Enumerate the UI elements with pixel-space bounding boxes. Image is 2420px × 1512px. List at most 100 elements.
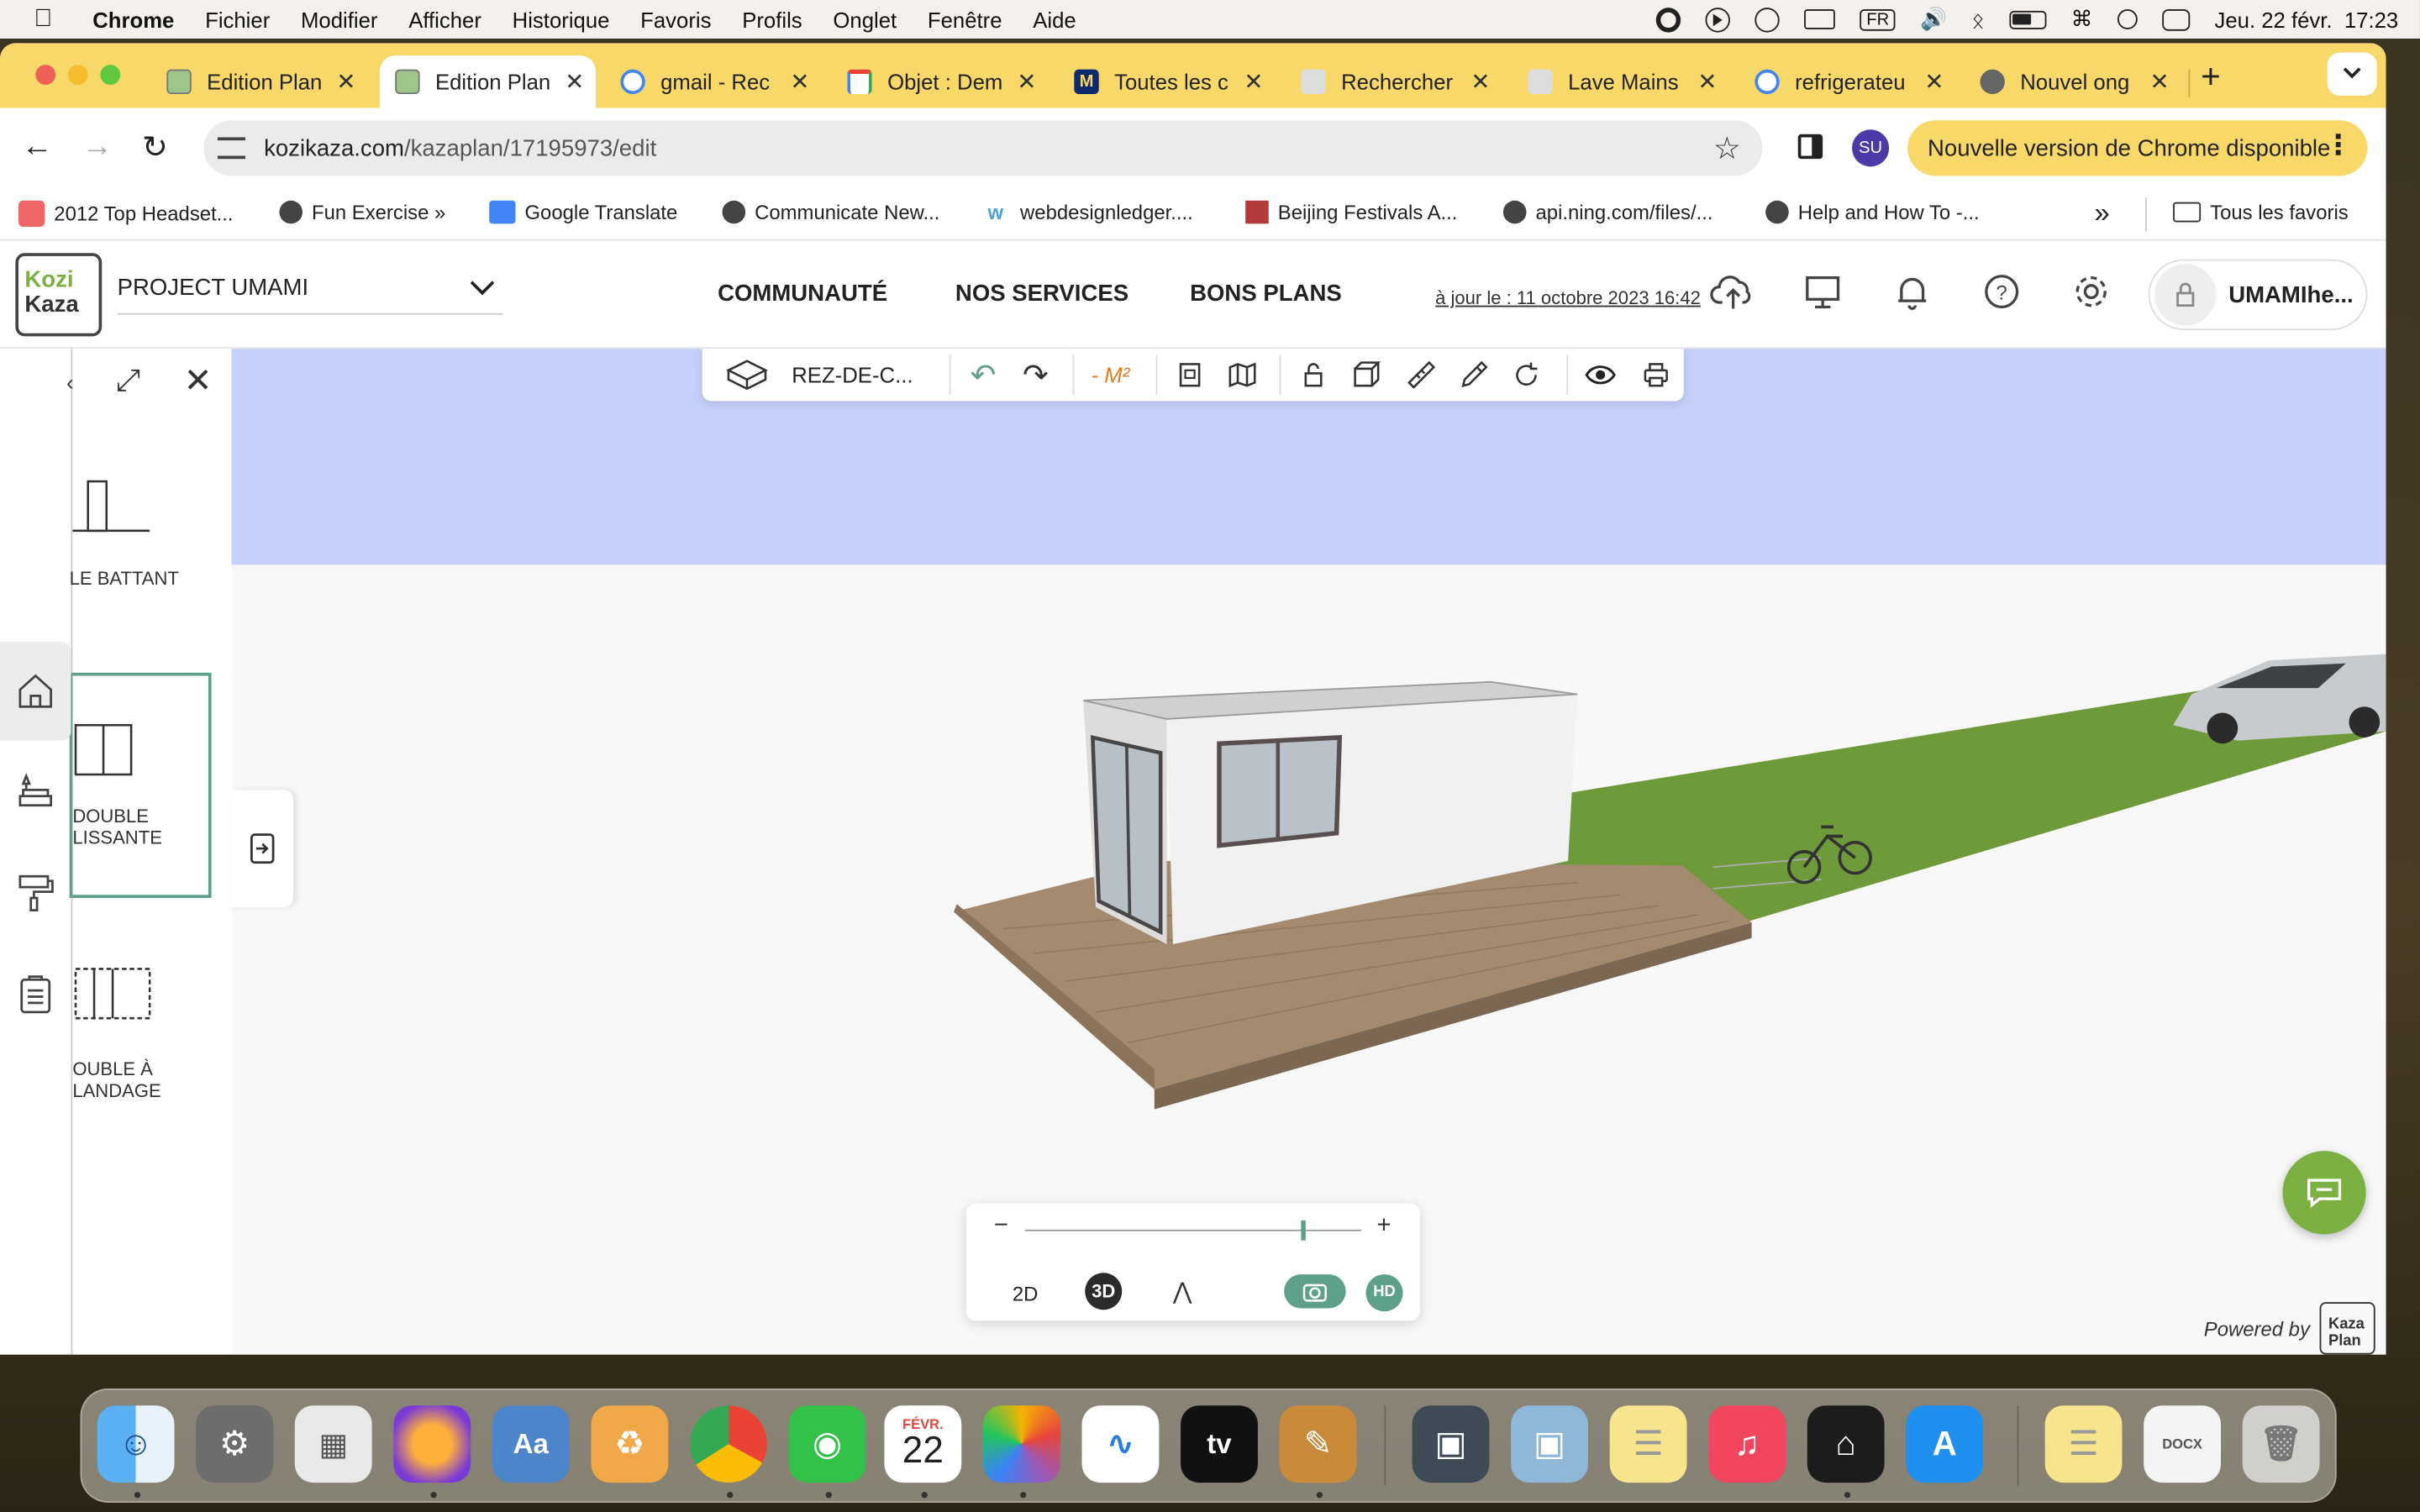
input-source-badge[interactable]: FR — [1860, 8, 1896, 30]
rail-decoration[interactable] — [0, 843, 71, 942]
3d-viewport[interactable]: ‹ ⤢ ✕ LE BATTANT DOUBLE LISSANTE OUBLE À… — [0, 349, 2386, 1355]
apple-menu-icon[interactable]:  — [34, 5, 65, 33]
tab-gmail-objet[interactable]: Objet : Dem ✕ — [847, 55, 1050, 108]
tab-edition-plan-active[interactable]: Edition Plan ✕ — [379, 55, 596, 108]
bookmark-item[interactable]: Help and How To -... — [1765, 200, 1980, 224]
last-saved-date[interactable]: à jour le : 11 octobre 2023 16:42 — [1435, 287, 1701, 309]
menu-app-name[interactable]: Chrome — [92, 7, 174, 31]
new-tab-button[interactable]: + — [2201, 57, 2221, 97]
tab-refrigerateur[interactable]: refrigerateu ✕ — [1754, 55, 1958, 108]
app-store-icon[interactable]: A — [1906, 1405, 1984, 1483]
address-bar[interactable]: kozikaza.com /kazaplan/17195973/edit ☆ — [203, 120, 1763, 176]
control-center-icon[interactable] — [2162, 8, 2191, 30]
powered-by-kazaplan[interactable]: Powered by Kaza Plan — [2204, 1302, 2375, 1355]
apple-tv-icon[interactable]: tv — [1181, 1405, 1258, 1483]
floor-selector[interactable]: REZ-DE-C... — [723, 354, 939, 395]
screenshot-camera-button[interactable] — [1284, 1274, 1346, 1309]
menu-modifier[interactable]: Modifier — [301, 7, 377, 31]
menubar-clock[interactable]: Jeu. 22 févr. 17:23 — [2214, 7, 2398, 31]
tab-lave-mains[interactable]: Lave Mains ✕ — [1528, 55, 1731, 108]
rail-construction[interactable] — [0, 642, 71, 741]
window-maximize-button[interactable] — [100, 65, 121, 86]
undo-icon[interactable]: ↶ — [965, 356, 1002, 393]
chrome-icon[interactable] — [690, 1405, 767, 1483]
side-panel-icon[interactable] — [1797, 134, 1823, 160]
spotlight-search-icon[interactable] — [2117, 9, 2138, 29]
tab-close-icon[interactable]: ✕ — [1244, 68, 1263, 96]
tab-close-icon[interactable]: ✕ — [1470, 68, 1490, 96]
screenshot-app-icon[interactable]: ▣ — [1412, 1405, 1490, 1483]
tab-close-icon[interactable]: ✕ — [1924, 68, 1944, 96]
zoom-in-button[interactable]: + — [1376, 1213, 1391, 1241]
nav-bons-plans[interactable]: BONS PLANS — [1190, 281, 1342, 307]
area-button[interactable]: - M² — [1092, 363, 1130, 387]
tab-close-icon[interactable]: ✕ — [565, 68, 584, 96]
docx-file-icon[interactable]: DOCX — [2144, 1405, 2222, 1483]
tab-toutes-les[interactable]: M Toutes les c ✕ — [1074, 55, 1277, 108]
stickies-icon[interactable]: ☰ — [1609, 1405, 1687, 1483]
wireframe-cube-icon[interactable] — [1347, 356, 1384, 393]
firefox-icon[interactable] — [393, 1405, 471, 1483]
launchpad-icon[interactable]: ▦ — [294, 1405, 372, 1483]
mode-2d-button[interactable]: 2D — [1013, 1282, 1039, 1305]
tab-close-icon[interactable]: ✕ — [1697, 68, 1717, 96]
tab-close-icon[interactable]: ✕ — [336, 68, 355, 96]
airport-utility-icon[interactable]: ⌂ — [1807, 1405, 1885, 1483]
tab-close-icon[interactable]: ✕ — [2150, 68, 2170, 96]
bell-icon[interactable] — [1889, 269, 1935, 315]
bookmark-item[interactable]: api.ning.com/files/... — [1502, 200, 1713, 224]
menu-historique[interactable]: Historique — [513, 7, 610, 31]
recycle-app-icon[interactable]: ♻ — [591, 1405, 669, 1483]
kebab-menu-icon[interactable]: ⋮ — [2324, 129, 2352, 162]
wifi-icon[interactable]: ⌘ — [2071, 6, 2093, 32]
volume-icon[interactable]: 🔊 — [1920, 6, 1947, 32]
chrome-update-button[interactable]: Nouvelle version de Chrome disponible ⋮ — [1907, 120, 2368, 176]
cloud-save-icon[interactable] — [1710, 269, 1756, 315]
freeform-icon[interactable]: ∿ — [1081, 1405, 1160, 1483]
catalog-item-double-galandage[interactable]: OUBLE À LANDAGE — [72, 966, 233, 1121]
tab-nouvel-onglet[interactable]: Nouvel ong ✕ — [1980, 55, 2183, 108]
tab-close-icon[interactable]: ✕ — [790, 68, 809, 96]
tab-gmail-search[interactable]: gmail - Rec ✕ — [620, 55, 823, 108]
expand-icon[interactable]: ⤢ — [116, 364, 140, 399]
bluetooth-icon[interactable]: ᛟ — [1971, 7, 1984, 31]
menu-favoris[interactable]: Favoris — [640, 7, 711, 31]
all-bookmarks-folder[interactable]: Tous les favoris — [2173, 201, 2349, 223]
back-arrow-icon[interactable]: ← — [22, 129, 53, 165]
ruler-icon[interactable] — [1403, 356, 1440, 393]
collapse-left-icon[interactable]: ‹ — [66, 370, 74, 395]
bookmark-item[interactable]: Fun Exercise » — [279, 200, 445, 224]
project-selector[interactable]: PROJECT UMAMI — [117, 270, 503, 315]
tab-edition-plan-1[interactable]: Edition Plan ✕ — [166, 55, 370, 108]
tab-search-button[interactable] — [2327, 52, 2377, 96]
bookmark-star-icon[interactable]: ☆ — [1713, 129, 1741, 168]
user-menu[interactable]: UMAMIhe... — [2148, 259, 2368, 331]
bookmark-item[interactable]: Beijing Festivals A... — [1245, 200, 1457, 224]
play-icon[interactable] — [1706, 7, 1731, 32]
rail-furniture[interactable] — [0, 743, 71, 843]
bookmarks-overflow-button[interactable]: » — [2094, 197, 2109, 230]
catalog-item-porte-battant[interactable]: LE BATTANT — [70, 478, 233, 648]
mode-3d-button[interactable]: 3D — [1085, 1273, 1123, 1310]
memory-icon[interactable] — [1804, 9, 1836, 29]
eyedropper-icon[interactable] — [1455, 356, 1492, 393]
zoom-out-button[interactable]: − — [994, 1213, 1008, 1241]
calendar-icon[interactable]: FÉVR. 22 — [884, 1405, 962, 1483]
gear-icon[interactable] — [2068, 269, 2114, 315]
blueprint-icon[interactable] — [1171, 356, 1208, 393]
map-icon[interactable] — [1224, 356, 1261, 393]
hd-render-button[interactable]: HD — [1365, 1274, 1403, 1312]
wechat-icon[interactable]: ◉ — [788, 1405, 866, 1483]
notes-folder-icon[interactable]: ☰ — [2044, 1405, 2123, 1483]
trash-icon[interactable]: 🗑 — [2242, 1405, 2320, 1483]
help-icon[interactable]: ? — [1979, 269, 2025, 315]
redo-icon[interactable]: ↷ — [1017, 356, 1054, 393]
screen-record-icon[interactable] — [1656, 7, 1681, 32]
unlock-icon[interactable] — [1295, 356, 1332, 393]
site-settings-icon[interactable] — [217, 137, 246, 160]
menu-afficher[interactable]: Afficher — [408, 7, 481, 31]
nav-nos-services[interactable]: NOS SERVICES — [955, 281, 1128, 307]
menu-aide[interactable]: Aide — [1033, 7, 1076, 31]
walk-mode-icon[interactable]: ⋀ — [1173, 1278, 1192, 1305]
battery-icon[interactable] — [2009, 9, 2047, 29]
